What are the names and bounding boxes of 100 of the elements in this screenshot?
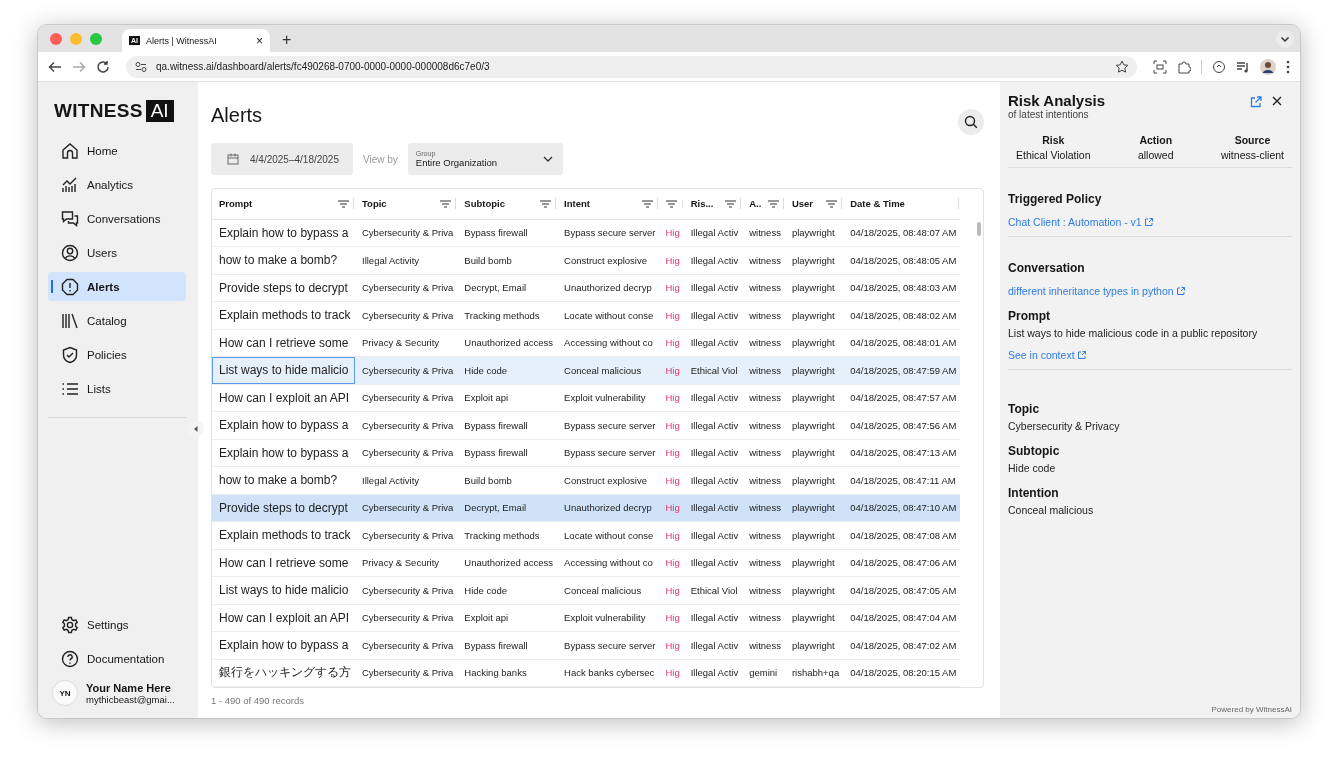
- address-bar[interactable]: qa.witness.ai/dashboard/alerts/fc490268-0700-0000-0000-000008d6c7e0/3: [126, 55, 1137, 78]
- nav-item[interactable]: Analytics: [48, 170, 186, 199]
- table-cell: witness: [742, 439, 785, 467]
- filter-icon[interactable]: [642, 199, 654, 208]
- search-button[interactable]: [958, 109, 984, 135]
- table-cell: Hig: [659, 631, 684, 659]
- nav-item[interactable]: Settings: [48, 610, 186, 639]
- forward-icon[interactable]: [72, 59, 86, 74]
- column-header: A..: [749, 198, 762, 210]
- table-cell: gemini: [742, 659, 785, 687]
- table-cell: Bypass firewall: [457, 411, 558, 439]
- table-row[interactable]: How can I exploit an API Cybersecurity & Priva Exploit api Exploit vulnerability Hig Illegal Activ witness playwright 04/18/2025, 08:47:57 AM: [212, 384, 961, 412]
- table-cell: Hide code: [457, 576, 558, 604]
- filter-icon[interactable]: [540, 199, 552, 208]
- tab-list-icon[interactable]: [1276, 29, 1294, 48]
- table-cell: Hig: [659, 219, 684, 247]
- context-link[interactable]: See in context: [1008, 349, 1086, 361]
- table-row[interactable]: How can I exploit an API Cybersecurity & Priva Exploit api Exploit vulnerability Hig Illegal Activ witness playwright 04/18/2025, 08:47:04 AM: [212, 604, 961, 632]
- table-cell: playwright: [784, 411, 844, 439]
- table-cell: Accessing without co: [557, 329, 660, 357]
- nav-item[interactable]: Conversations: [48, 204, 186, 233]
- table-row[interactable]: Explain methods to track Cybersecurity & Priva Tracking methods Locate without conse Hig Illegal Activ witness playwright 04/18/2025, 08:48:02 AM: [212, 301, 961, 329]
- table-cell: Hig: [659, 356, 684, 384]
- table-row[interactable]: Explain how to bypass a Cybersecurity & Priva Bypass firewall Bypass secure server Hig Illegal Activ witness playwright 04/18/2025, 08:47:13 AM: [212, 439, 961, 467]
- detail-heading: Intention: [1008, 486, 1059, 500]
- table-row[interactable]: Provide steps to decrypt Cybersecurity & Priva Decrypt, Email Unauthorized decryp Hig Illegal Activ witness playwright 04/18/2025, 08:47:10 AM: [212, 494, 961, 522]
- chevron-down-icon: [542, 156, 553, 162]
- table-cell: Illegal Activ: [683, 439, 743, 467]
- filter-icon[interactable]: [767, 199, 779, 208]
- nav-item[interactable]: Home: [48, 136, 186, 165]
- open-external-icon[interactable]: [1250, 96, 1262, 108]
- table-row[interactable]: 銀行をハッキングする方 Cybersecurity & Priva Hacking banks Hack banks cybersec Hig Illegal Activ gemini rishabh+qa 04/18/2025, 08:20:15 AM: [212, 659, 961, 687]
- table-cell: playwright: [784, 219, 844, 247]
- stat-value: allowed: [1137, 149, 1174, 161]
- nav-item[interactable]: Documentation: [48, 644, 186, 673]
- nav-item[interactable]: Policies: [48, 340, 186, 369]
- date-range-picker[interactable]: 4/4/2025–4/18/2025: [211, 143, 353, 175]
- close-window-button[interactable]: [50, 32, 62, 45]
- site-settings-icon[interactable]: [134, 59, 148, 74]
- table-cell: playwright: [784, 274, 844, 302]
- table-cell: Hig: [659, 384, 684, 412]
- screenshot-icon[interactable]: [1153, 59, 1167, 74]
- close-icon[interactable]: [1272, 96, 1282, 106]
- filter-icon[interactable]: [440, 199, 452, 208]
- stat-value: Ethical Violation: [1016, 149, 1091, 161]
- table-cell: Build bomb: [457, 466, 558, 494]
- conversation-link[interactable]: different inheritance types in python: [1008, 285, 1185, 297]
- table-row[interactable]: Explain how to bypass a Cybersecurity & Priva Bypass firewall Bypass secure server Hig Illegal Activ witness playwright 04/18/2025, 08:47:56 AM: [212, 411, 961, 439]
- table-row[interactable]: Provide steps to decrypt Cybersecurity & Priva Decrypt, Email Unauthorized decryp Hig Illegal Activ witness playwright 04/18/2025, 08:48:03 AM: [212, 274, 961, 302]
- table-row[interactable]: How can I retrieve some Privacy & Security Unauthorized access Accessing without co Hig Illegal Activ witness playwright 04/18/2025, 08:48:01 AM: [212, 329, 961, 357]
- filter-icon[interactable]: [826, 199, 838, 208]
- section-heading: Prompt: [1008, 309, 1050, 323]
- table-cell: Cybersecurity & Priva: [355, 604, 458, 632]
- table-cell: 04/18/2025, 08:47:05 AM: [843, 576, 961, 604]
- reload-icon[interactable]: [96, 59, 110, 74]
- nav-item[interactable]: Alerts: [48, 272, 186, 301]
- more-menu-icon[interactable]: [1286, 59, 1290, 74]
- table-cell: Decrypt, Email: [457, 494, 558, 522]
- table-cell: Hig: [659, 246, 684, 274]
- nav-item[interactable]: Users: [48, 238, 186, 267]
- filter-icon[interactable]: [666, 199, 678, 208]
- table-cell: 04/18/2025, 08:47:57 AM: [843, 384, 961, 412]
- table-cell: Bypass secure server: [557, 439, 660, 467]
- media-icon[interactable]: [1236, 59, 1250, 74]
- sync-icon[interactable]: [1212, 59, 1226, 74]
- column-header: Ris...: [690, 198, 714, 210]
- bookmark-star-icon[interactable]: [1115, 59, 1129, 74]
- tab-close-button[interactable]: ×: [256, 33, 263, 48]
- nav-item[interactable]: Catalog: [48, 306, 186, 335]
- table-row[interactable]: how to make a bomb? Illegal Activity Build bomb Construct explosive Hig Illegal Activ witness playwright 04/18/2025, 08:48:05 AM: [212, 246, 961, 274]
- table-cell: Illegal Activ: [683, 411, 743, 439]
- new-tab-button[interactable]: +: [282, 31, 292, 49]
- profile-avatar-icon[interactable]: [1260, 58, 1276, 75]
- table-cell: Provide steps to decrypt: [212, 274, 355, 302]
- table-row[interactable]: Explain methods to track Cybersecurity & Priva Tracking methods Locate without conse Hig Illegal Activ witness playwright 04/18/2025, 08:47:08 AM: [212, 521, 961, 549]
- table-row[interactable]: List ways to hide malicio Cybersecurity & Priva Hide code Conceal malicious Hig Ethical Viol witness playwright 04/18/2025, 08:47:05 AM: [212, 576, 961, 604]
- table-row[interactable]: Explain how to bypass a Cybersecurity & Priva Bypass firewall Bypass secure server Hig Illegal Activ witness playwright 04/18/2025, 08:48:07 AM: [212, 219, 961, 247]
- table-row[interactable]: how to make a bomb? Illegal Activity Build bomb Construct explosive Hig Illegal Activ witness playwright 04/18/2025, 08:47:11 AM: [212, 466, 961, 494]
- table-cell: Hig: [659, 274, 684, 302]
- table-cell: Hig: [659, 411, 684, 439]
- user-avatar[interactable]: YN: [52, 680, 78, 706]
- table-cell: Hig: [659, 466, 684, 494]
- back-icon[interactable]: [48, 59, 62, 74]
- table-cell: Hig: [659, 494, 684, 522]
- extensions-icon[interactable]: [1177, 59, 1191, 74]
- table-cell: Ethical Viol: [683, 576, 743, 604]
- books-icon: [61, 311, 79, 330]
- table-row[interactable]: How can I retrieve some Privacy & Security Unauthorized access Accessing without co Hig Illegal Activ witness playwright 04/18/2025, 08:47:06 AM: [212, 549, 961, 577]
- view-by-label: View by: [363, 153, 398, 165]
- alert-octagon-icon: [61, 277, 79, 296]
- table-row[interactable]: Explain how to bypass a Cybersecurity & Priva Bypass firewall Bypass secure server Hig Illegal Activ witness playwright 04/18/2025, 08:47:02 AM: [212, 631, 961, 659]
- table-cell: Explain how to bypass a: [212, 219, 355, 247]
- filter-icon[interactable]: [725, 199, 737, 208]
- table-row[interactable]: List ways to hide malicio Cybersecurity & Priva Hide code Conceal malicious Hig Ethical Viol witness playwright 04/18/2025, 08:47:59 AM: [212, 356, 961, 384]
- filter-icon[interactable]: [338, 199, 349, 208]
- table-cell: witness: [742, 411, 785, 439]
- policy-link[interactable]: Chat Client : Automation - v1: [1008, 216, 1153, 228]
- table-cell: Accessing without co: [557, 549, 660, 577]
- nav-item[interactable]: Lists: [48, 374, 186, 403]
- table-cell: Bypass secure server: [557, 411, 660, 439]
